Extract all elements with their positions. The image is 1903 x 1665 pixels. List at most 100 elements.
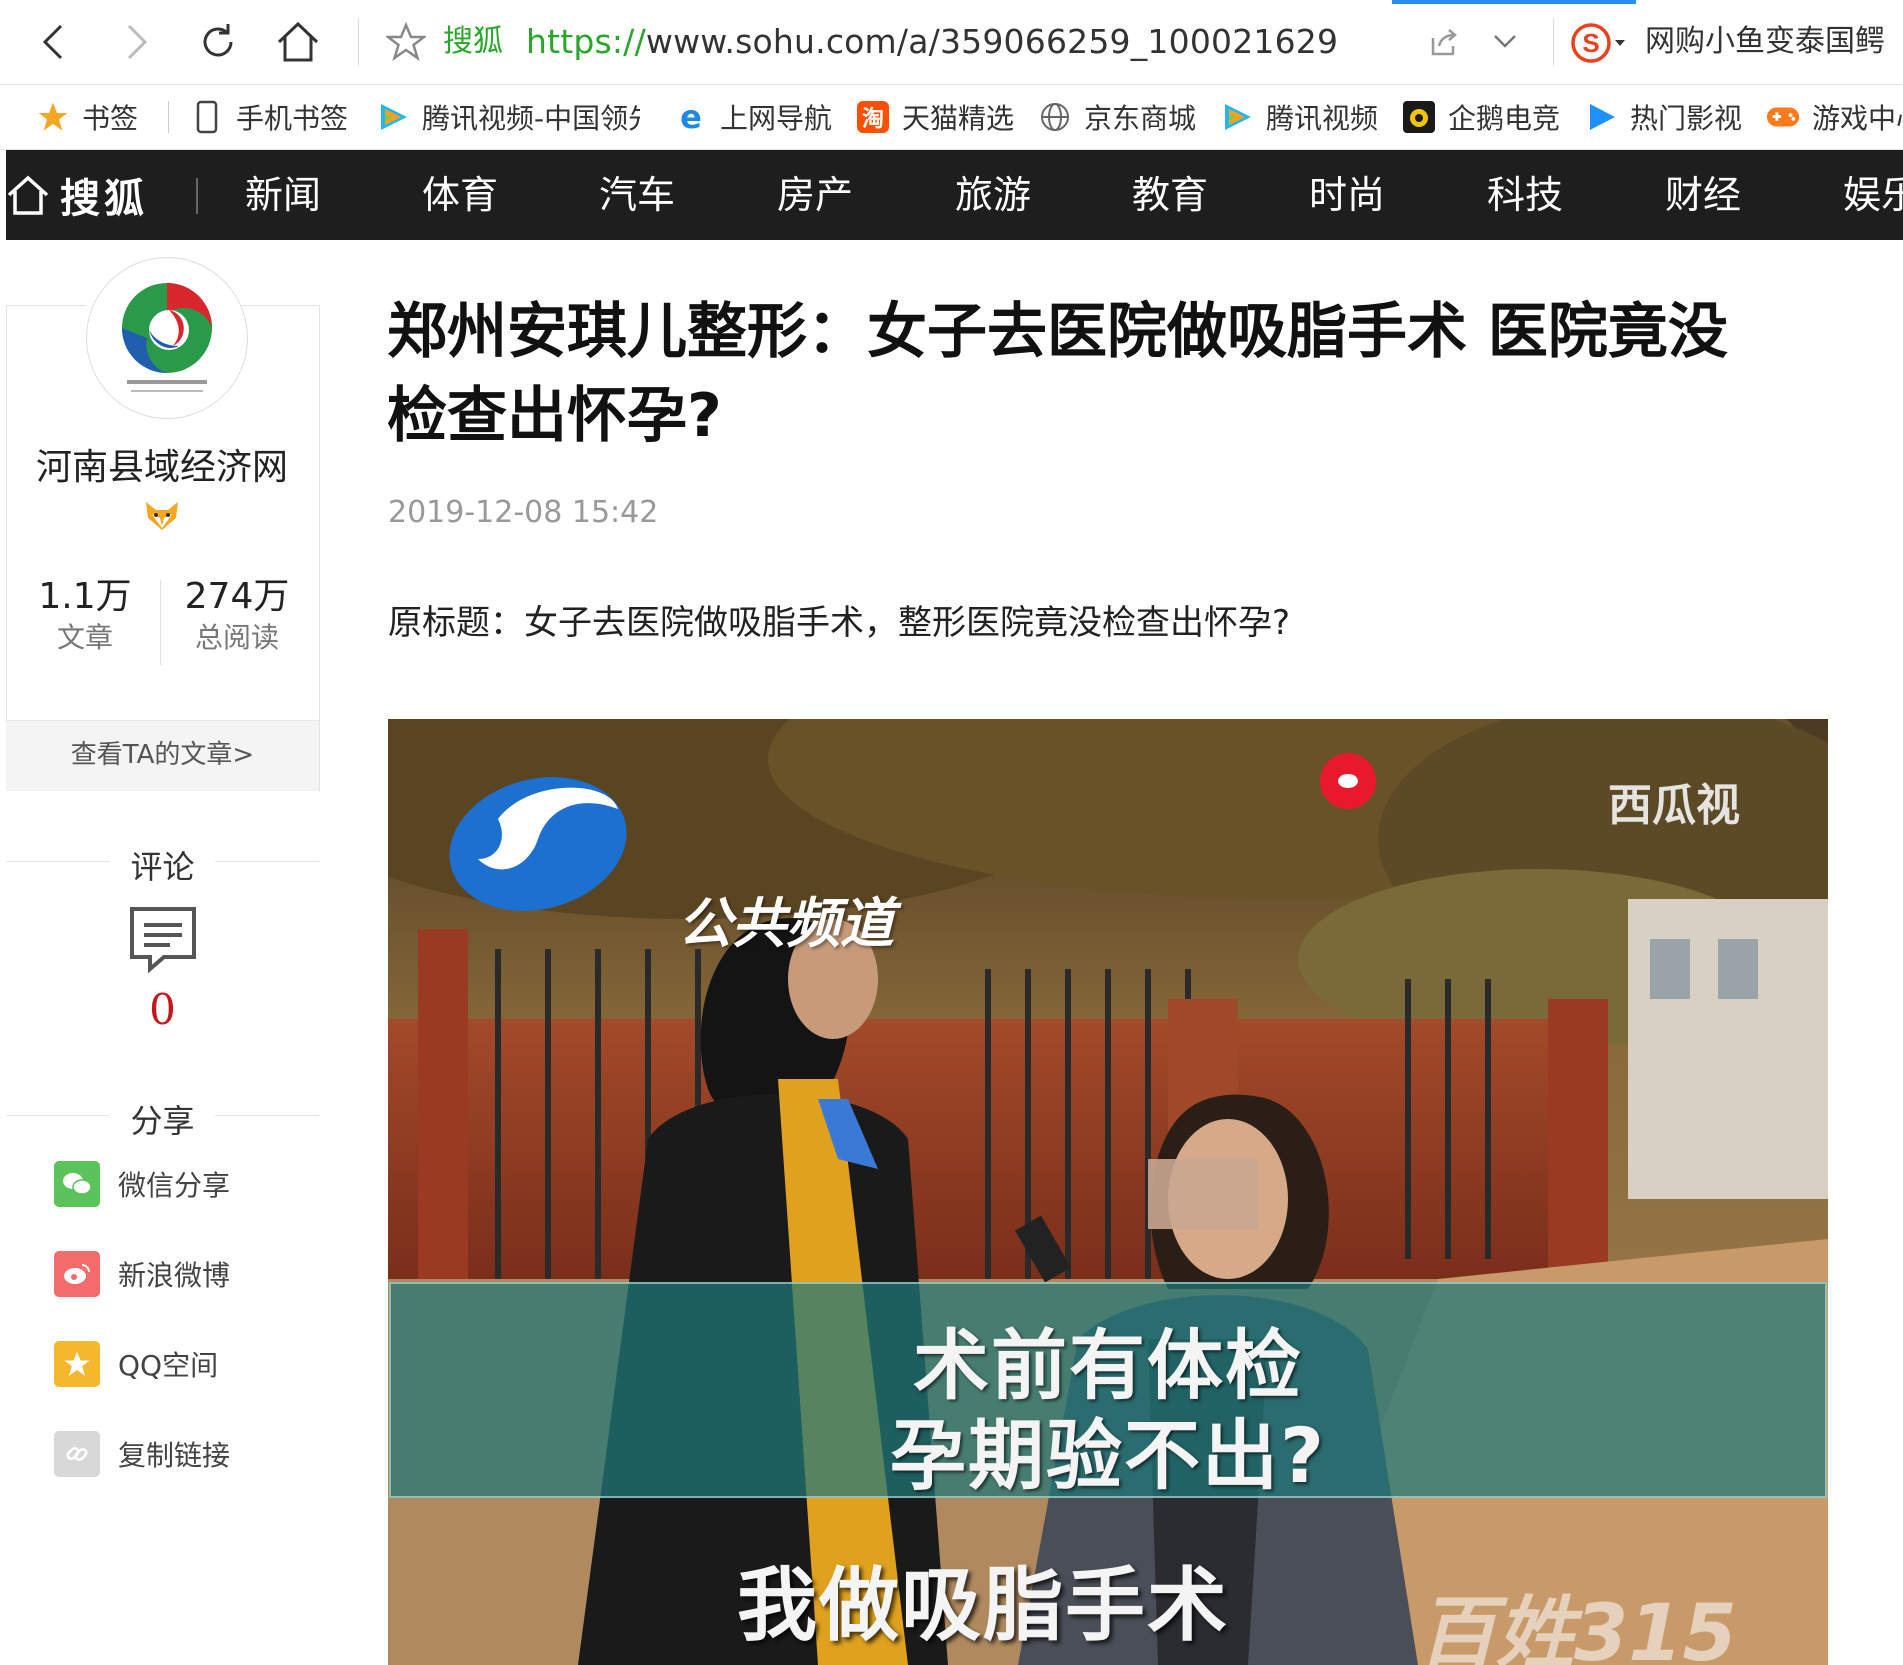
back-button[interactable] — [26, 14, 82, 70]
bookmark-item[interactable]: 游戏中心 — [1766, 97, 1903, 137]
nav-divider — [196, 178, 198, 214]
url-scheme: https:// — [526, 22, 646, 61]
toolbar-divider — [358, 18, 359, 66]
reads-count: 274万 — [184, 576, 290, 617]
video-caption-band: 术前有体检 孕期验不出? — [389, 1282, 1827, 1500]
fox-badge-icon — [144, 500, 180, 536]
url-path: www.sohu.com/a/359066259_100021629 — [645, 22, 1339, 61]
nav-item-travel[interactable]: 旅游 — [955, 170, 1031, 220]
nav-item-realestate[interactable]: 房产 — [777, 170, 853, 220]
articles-count: 1.1万 — [38, 576, 132, 617]
search-engine-selector[interactable]: S — [1570, 22, 1628, 64]
nav-item-entertainment[interactable]: 娱乐 — [1843, 170, 1903, 220]
platform-watermark: 西瓜视 — [1608, 780, 1740, 831]
video-frame — [388, 719, 1828, 1665]
home-icon — [7, 175, 49, 215]
ie-icon: e — [674, 100, 708, 134]
penguin-esports-icon — [1402, 100, 1436, 134]
bookmark-item[interactable]: e 上网导航 — [674, 97, 832, 137]
taobao-icon: 淘 — [856, 100, 890, 134]
wechat-icon — [54, 1161, 100, 1207]
url-dropdown-button[interactable] — [1490, 26, 1520, 60]
share-wechat-button[interactable]: 微信分享 — [54, 1160, 230, 1208]
reads-stat: 274万 总阅读 — [162, 575, 312, 657]
bookmark-item[interactable]: 手机书签 — [190, 97, 348, 137]
svg-text:淘: 淘 — [862, 106, 884, 132]
stat-divider — [160, 580, 161, 665]
share-weibo-button[interactable]: 新浪微博 — [54, 1250, 230, 1298]
phone-icon — [190, 100, 224, 134]
url-field[interactable]: https://www.sohu.com/a/359066259_1000216… — [526, 22, 1338, 62]
sogou-icon: S — [1571, 23, 1611, 63]
nav-item-auto[interactable]: 汽车 — [599, 170, 675, 220]
svg-text:e: e — [680, 100, 702, 134]
article-title: 郑州安琪儿整形：女子去医院做吸脂手术 医院竟没 检查出怀孕? — [387, 290, 1837, 458]
chevron-right-icon — [127, 24, 148, 60]
reload-icon — [203, 24, 233, 57]
home-icon — [277, 21, 319, 62]
gamepad-icon — [1766, 100, 1800, 134]
nav-item-news[interactable]: 新闻 — [245, 170, 321, 220]
qzone-star-icon — [54, 1341, 100, 1387]
bookmark-item[interactable]: 淘 天猫精选 — [856, 97, 1014, 137]
toolbar-divider — [1553, 18, 1554, 66]
link-icon — [54, 1431, 100, 1477]
articles-label: 文章 — [56, 621, 113, 654]
sohu-logo[interactable]: 搜狐 — [6, 168, 148, 222]
nav-item-sports[interactable]: 体育 — [422, 170, 498, 220]
articles-stat[interactable]: 1.1万 文章 — [10, 575, 160, 657]
nav-item-finance[interactable]: 财经 — [1665, 170, 1741, 220]
globe-icon — [1038, 100, 1072, 134]
comment-icon[interactable] — [128, 905, 198, 979]
sohu-channel-nav: 搜狐 新闻 体育 汽车 房产 旅游 教育 时尚 科技 财经 娱乐 — [6, 150, 1903, 240]
bookmark-item[interactable]: 腾讯视频 — [1220, 97, 1378, 137]
video-subtitle: 我做吸脂手术 — [737, 1559, 1229, 1652]
tencent-video-icon — [1220, 100, 1254, 134]
bookmark-item[interactable]: 京东商城 — [1038, 97, 1196, 137]
bookmark-item[interactable]: 企鹅电竞 — [1402, 97, 1560, 137]
share-title: 分享 — [130, 1102, 195, 1140]
program-watermark: 百姓315 — [1418, 1589, 1737, 1665]
chevron-left-icon — [42, 24, 63, 60]
article-title-line: 郑州安琪儿整形：女子去医院做吸脂手术 医院竟没 — [387, 297, 1728, 367]
tencent-video-icon — [376, 100, 410, 134]
bookmarks-bar: 书签 手机书签 腾讯视频-中国领先 e 上网导航 淘 天猫精选 京东商城 腾讯视… — [0, 85, 1903, 150]
comment-count[interactable]: 0 — [6, 985, 319, 1034]
channel-logo-text: 公共频道 — [678, 892, 894, 955]
share-page-button[interactable] — [1427, 26, 1459, 62]
bookmark-star-button[interactable] — [384, 21, 428, 66]
bookmark-item[interactable]: 书签 — [36, 97, 138, 137]
forward-button[interactable] — [108, 14, 164, 70]
loading-progress-bar — [1392, 0, 1636, 4]
view-author-articles-link[interactable]: 查看TA的文章> — [6, 720, 319, 791]
media-group-logo — [122, 283, 212, 392]
author-name[interactable]: 河南县域经济网 — [6, 438, 318, 490]
video-player[interactable]: 公共频道 西瓜视 术前有体检 孕期验不出? 我做吸脂手术 百姓315 — [388, 719, 1828, 1665]
svg-text:S: S — [1582, 28, 1599, 58]
address-bar: 搜狐 https://www.sohu.com/a/359066259_1000… — [0, 0, 1903, 85]
bookmark-divider — [168, 101, 169, 133]
search-input[interactable]: 网购小鱼变泰国鳄 — [1645, 22, 1885, 62]
bookmark-item[interactable]: 腾讯视频-中国领先 — [376, 97, 640, 137]
comments-title: 评论 — [130, 848, 195, 886]
reload-button[interactable] — [190, 14, 246, 70]
home-button[interactable] — [270, 14, 326, 70]
share-icon — [1431, 29, 1457, 56]
article-title-line: 检查出怀孕? — [387, 381, 722, 451]
copy-link-button[interactable]: 复制链接 — [54, 1430, 230, 1478]
author-avatar[interactable] — [86, 257, 248, 419]
chevron-down-icon — [1494, 35, 1516, 48]
share-qzone-button[interactable]: QQ空间 — [54, 1340, 218, 1388]
nav-item-fashion[interactable]: 时尚 — [1309, 170, 1385, 220]
bookmark-item[interactable]: 热门影视 — [1584, 97, 1742, 137]
star-outline-icon — [384, 21, 428, 62]
caret-down-icon — [1615, 40, 1625, 46]
star-icon — [36, 100, 70, 134]
original-title: 原标题：女子去医院做吸脂手术，整形医院竟没检查出怀孕? — [388, 603, 1291, 643]
weibo-icon — [54, 1251, 100, 1297]
nav-item-tech[interactable]: 科技 — [1487, 170, 1563, 220]
play-icon — [1584, 100, 1618, 134]
nav-item-education[interactable]: 教育 — [1132, 170, 1208, 220]
site-name-label: 搜狐 — [443, 24, 503, 59]
publish-date: 2019-12-08 15:42 — [388, 495, 659, 530]
